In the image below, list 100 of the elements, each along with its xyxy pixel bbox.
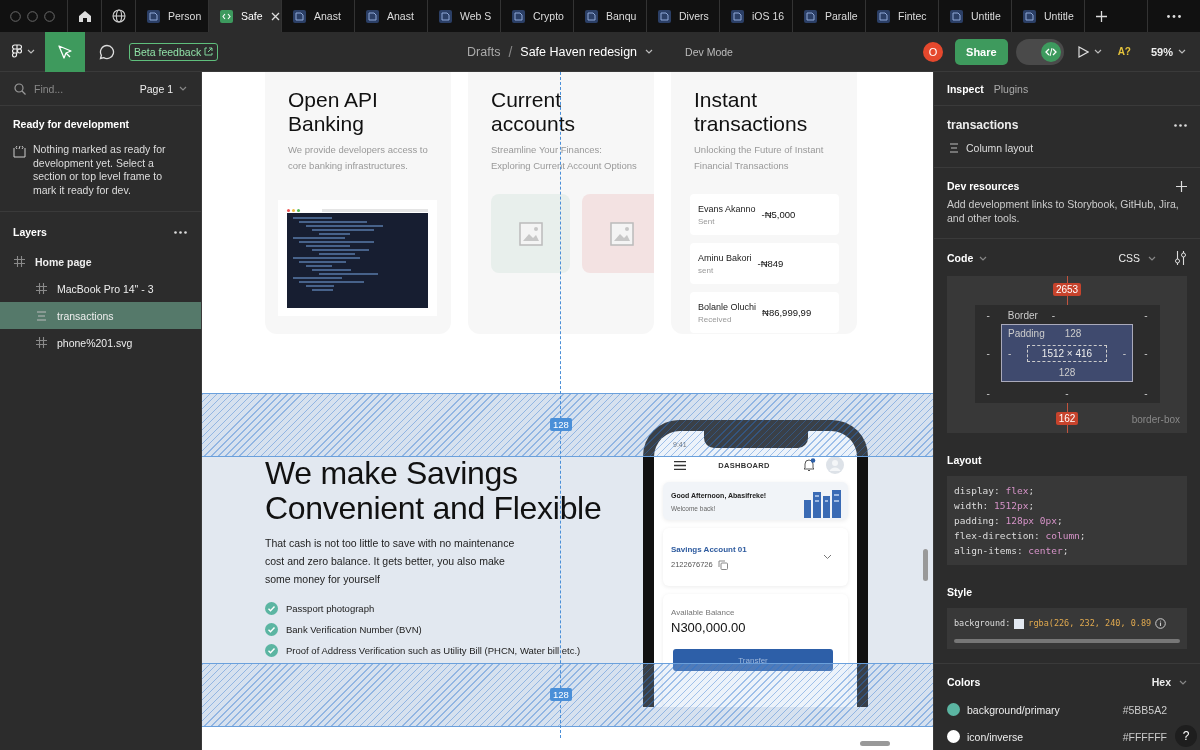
card-title: Instant transactions — [694, 88, 809, 136]
share-button[interactable]: Share — [955, 38, 1008, 65]
card-description: We provide developers access to core banking infrastructures. — [288, 143, 429, 173]
color-name: background/primary — [967, 703, 1060, 716]
chevron-down-icon[interactable] — [823, 554, 832, 560]
close-icon[interactable] — [270, 11, 280, 21]
dev-resources-description: Add development links to Storybook, GitHub, Jira, and other tools. — [947, 198, 1180, 225]
layer-item[interactable]: Home page — [0, 248, 201, 275]
accessibility-button[interactable]: A? — [1117, 46, 1131, 57]
column-layout-icon — [949, 143, 959, 153]
scrollbar[interactable] — [954, 639, 1180, 643]
caret-icon — [979, 255, 988, 261]
radius-value: - — [986, 387, 990, 399]
empty-state-message: Nothing marked as ready for development yet. Select a section or top level frame to mark it ready for dev. — [33, 143, 167, 197]
logo-icon — [12, 44, 22, 59]
border-value: - — [1144, 347, 1148, 359]
file-icon — [585, 9, 598, 23]
transaction-amount: -₦849 — [757, 258, 784, 269]
color-name: icon/inverse — [967, 730, 1024, 743]
dev-mode-toggle[interactable] — [1015, 38, 1064, 65]
code-line: flex-direction: column; — [954, 529, 1087, 543]
file-icon — [804, 9, 817, 23]
requirement-text: Proof of Address Verification such as Utility Bill (PHCN, Water bill etc.) — [286, 645, 581, 656]
code-menu[interactable]: Code — [947, 252, 974, 264]
code-file-icon — [220, 9, 233, 23]
padding-label: Padding — [1008, 328, 1045, 339]
image-icon — [609, 221, 634, 246]
comment-icon[interactable] — [99, 43, 115, 60]
card-description: Streamline Your Finances: Exploring Current Account Options — [491, 143, 638, 173]
transaction-status: sent — [698, 265, 715, 275]
beta-feedback-button[interactable]: Beta feedback — [129, 42, 219, 61]
info-icon[interactable] — [1155, 618, 1167, 629]
present-button[interactable] — [1077, 45, 1102, 58]
more-icon[interactable] — [1174, 123, 1187, 127]
transaction-status: Sent — [698, 216, 716, 226]
radius-value: - — [1144, 387, 1148, 399]
layer-item[interactable]: MacBook Pro 14" - 3 — [0, 275, 201, 302]
file-icon — [147, 9, 160, 23]
size-value: 1512 × 416 — [1026, 344, 1108, 362]
file-name[interactable]: Safe Haven redesign — [520, 44, 638, 59]
zoom-menu[interactable]: 59% — [1150, 45, 1173, 58]
file-icon — [293, 9, 306, 23]
breadcrumb-separator: / — [508, 43, 513, 60]
transaction-name: Evans Akanno — [698, 203, 756, 214]
color-format-menu[interactable]: Hex — [1151, 676, 1171, 688]
radius-value: - — [986, 309, 990, 321]
card-title: Open API Banking — [288, 88, 379, 136]
scrollbar[interactable] — [860, 741, 890, 746]
globe-icon[interactable] — [111, 9, 126, 23]
card-title: Current accounts — [491, 88, 577, 136]
column-layout-icon — [36, 310, 47, 321]
avatar-icon[interactable] — [826, 456, 844, 474]
page-menu[interactable]: Page 1 — [139, 82, 173, 95]
image-icon — [518, 221, 543, 246]
home-icon[interactable] — [77, 9, 92, 23]
box-sizing-label: border-box — [1131, 414, 1180, 425]
section-title: Ready for development — [13, 118, 131, 130]
code-bracket-icon — [13, 145, 26, 158]
file-icon — [731, 9, 744, 23]
caret-icon — [645, 49, 654, 54]
copy-icon[interactable] — [717, 559, 728, 570]
file-icon — [950, 9, 963, 23]
caret-icon — [1093, 49, 1102, 54]
radius-value: - — [1144, 309, 1148, 321]
section-paragraph: That cash is not too little to save with no maintenance cost and zero balance. It gets better, you also make some money for yourself — [265, 536, 516, 587]
layer-item[interactable]: transactions — [0, 302, 201, 329]
caret-icon — [27, 49, 35, 54]
browser-tab[interactable]: Safe — [209, 0, 282, 32]
breadcrumb-link[interactable]: Drafts — [467, 44, 501, 59]
padding-value: - — [1122, 347, 1126, 359]
scrollbar[interactable] — [923, 549, 928, 581]
new-tab-icon[interactable] — [1095, 10, 1107, 22]
code-line: align-items: center; — [954, 544, 1070, 558]
add-icon[interactable] — [1176, 180, 1187, 192]
file-icon — [1023, 9, 1036, 23]
move-tool-button[interactable] — [45, 31, 85, 72]
file-icon — [877, 9, 890, 23]
border-value: - — [1051, 309, 1056, 321]
margin-value: 2653 — [1052, 283, 1082, 296]
settings-icon[interactable] — [1174, 251, 1187, 265]
help-button[interactable]: ? — [1175, 725, 1197, 747]
user-avatar[interactable]: O — [923, 41, 944, 62]
panel-tab[interactable]: Inspect — [947, 82, 984, 95]
transaction-amount: -₦5,000 — [761, 209, 796, 220]
play-icon — [1077, 45, 1089, 58]
section-title: Layout — [947, 454, 983, 466]
layout-type: Column layout — [966, 142, 1034, 154]
language-menu[interactable]: CSS — [1118, 252, 1140, 264]
bell-icon[interactable] — [802, 458, 816, 472]
section-title: Dev resources — [947, 180, 1020, 192]
panel-tab[interactable]: Plugins — [993, 82, 1029, 95]
code-value: rgba(226, 232, 240, 0.89 — [1028, 617, 1152, 630]
padding-value: - — [1008, 347, 1012, 359]
frame-icon — [36, 337, 47, 348]
more-icon[interactable] — [1167, 14, 1181, 18]
search-field[interactable]: Find... — [34, 82, 114, 95]
menu-icon[interactable] — [674, 460, 686, 470]
layer-item[interactable]: phone%201.svg — [0, 329, 201, 356]
more-icon[interactable] — [174, 230, 187, 234]
section-title: Style — [947, 586, 974, 598]
